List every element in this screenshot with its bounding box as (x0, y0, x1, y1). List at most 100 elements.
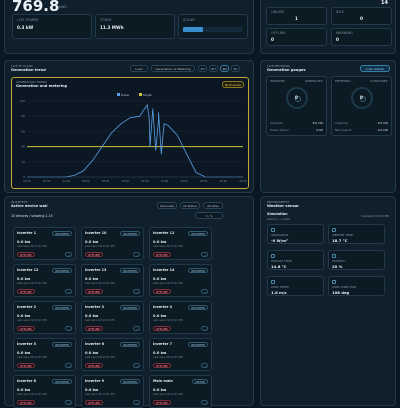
summary-card: 769.8 kWh Live power 0.3 kW Today 11.3 M… (4, 0, 254, 54)
solar-bar-fill (183, 27, 203, 32)
device-type-badge: INVERTER (52, 268, 72, 273)
multi-series-badge: Multi-series (221, 81, 244, 88)
device-status-badge: OFFLINE (85, 326, 103, 331)
device-menu-icon[interactable]: ⋯ (201, 289, 208, 294)
device-menu-icon[interactable]: ⋯ (133, 289, 140, 294)
range-1d[interactable]: 1D (220, 65, 229, 72)
device-power: 0.0 kw (17, 314, 31, 318)
x-tick-label: 12:00 (141, 179, 149, 183)
device-name: Inverter 3 (85, 305, 104, 309)
device-card[interactable]: Inverter 5 INVERTER 0.0 kw Last seen 00:13:… (13, 338, 76, 371)
metering-gauge-card: Metering Consumed 0 Capacity 0.0 kW Net … (331, 76, 392, 136)
status-total: 14 (381, 0, 388, 6)
device-card[interactable]: Inverter 3 INVERTER 0.0 kw Last seen 00:13:… (81, 301, 144, 334)
device-name: Inverter 1 (17, 231, 36, 235)
device-menu-icon[interactable]: ⋯ (201, 400, 208, 405)
status-card: 14 Online 1 Idle 0 Offline 0 Warning 0 (260, 0, 396, 54)
env-metric-label: Ambient temp (332, 233, 354, 237)
device-menu-icon[interactable]: ⋯ (201, 326, 208, 331)
env-metric-label: Humidity (332, 259, 346, 263)
device-menu-icon[interactable]: ⋯ (201, 252, 208, 257)
range-6h[interactable]: 6H (209, 65, 218, 72)
device-menu-icon[interactable]: ⋯ (65, 326, 72, 331)
x-tick-label: 08:00 (102, 179, 110, 183)
device-menu-icon[interactable]: ⋯ (65, 289, 72, 294)
device-card[interactable]: Inverter 12 INVERTER 0.0 kw Last seen 00:13… (13, 264, 76, 297)
device-power: 0.0 kw (17, 240, 31, 244)
auto-refresh-button[interactable]: Auto refresh (360, 65, 390, 72)
device-menu-icon[interactable]: ⋯ (133, 252, 140, 257)
env-metric-icon (332, 254, 336, 258)
x-tick-label: 18:00 (200, 179, 208, 183)
series-select[interactable]: Generation vs Metering (151, 65, 195, 72)
env-metric-card: Wind direction 108 deg (328, 276, 385, 296)
x-tick-label: 16:00 (180, 179, 188, 183)
device-name: Main main (153, 379, 173, 383)
y-tick-label: 100 (20, 99, 26, 103)
y-tick-label: 60 (21, 129, 25, 133)
device-menu-icon[interactable]: ⋯ (65, 252, 72, 257)
device-last-seen: Last seen 00:13:02 PM (153, 245, 183, 248)
device-name: Inverter 6 (85, 342, 104, 346)
y-tick-label: 20 (21, 160, 25, 164)
chart-card: Generation trend Generation and metering… (11, 77, 249, 189)
device-power: 0.0 kw (153, 277, 167, 281)
device-status-badge: OFFLINE (153, 400, 171, 405)
device-card[interactable]: Inverter 14 INVERTER 0.0 kw Last seen 00:13… (149, 264, 212, 297)
range-7d[interactable]: 7D (231, 65, 240, 72)
env-metric-icon (271, 228, 275, 232)
device-menu-icon[interactable]: ⋯ (65, 363, 72, 368)
status-idle: Idle 0 (331, 7, 392, 25)
energy-total-value: 769.8 (12, 0, 60, 15)
generation-panel: Live by plant Generation trend Load Gene… (4, 60, 254, 193)
device-card[interactable]: Inverter 9 INVERTER 0.0 kw Last seen 00:13:… (81, 375, 144, 408)
device-power: 0.0 kw (85, 314, 99, 318)
device-type-badge: METER (192, 379, 208, 384)
env-metric-label: Wind direction (332, 285, 357, 289)
device-name: Inverter 14 (153, 268, 175, 272)
device-card[interactable]: Inverter 10 INVERTER 0.0 kw Last seen 00:13… (81, 227, 144, 260)
device-type-badge: INVERTER (188, 305, 208, 310)
device-menu-icon[interactable]: ⋯ (201, 363, 208, 368)
device-menu-icon[interactable]: ⋯ (133, 326, 140, 331)
env-metric-value: 1.8 m/s (271, 290, 287, 295)
device-card[interactable]: Inverter 11 INVERTER 0.0 kw Last seen 00:13… (149, 227, 212, 260)
device-power: 0.0 kw (85, 351, 99, 355)
device-menu-icon[interactable]: ⋯ (133, 363, 140, 368)
device-menu-icon[interactable]: ⋯ (133, 400, 140, 405)
device-name: Inverter 4 (153, 305, 172, 309)
device-status-badge: OFFLINE (17, 400, 35, 405)
energy-total-unit: kWh (59, 5, 67, 9)
device-card[interactable]: Inverter 8 INVERTER 0.0 kw Last seen 00:13:… (13, 375, 76, 408)
device-last-seen: Last seen 00:13:02 PM (17, 319, 47, 322)
device-card[interactable]: Inverter 13 INVERTER 0.0 kw Last seen 00:13… (81, 264, 144, 297)
load-button[interactable]: Load (130, 65, 148, 72)
y-tick-label: 0 (23, 175, 25, 179)
device-card[interactable]: Inverter 7 INVERTER 0.0 kw Last seen 00:13:… (149, 338, 212, 371)
env-metric-card: Module temp 14.6 °C (267, 250, 324, 270)
device-card[interactable]: Inverter 4 INVERTER 0.0 kw Last seen 00:13:… (149, 301, 212, 334)
device-card[interactable]: Inverter 6 INVERTER 0.0 kw Last seen 00:13:… (81, 338, 144, 371)
x-tick-label: 02:00 (43, 179, 51, 183)
device-type-badge: INVERTER (188, 268, 208, 273)
status-offline: Offline 0 (266, 28, 327, 46)
device-type-badge: INVERTER (120, 231, 140, 236)
env-metric-icon (271, 254, 275, 258)
device-menu-icon[interactable]: ⋯ (65, 400, 72, 405)
device-name: Inverter 8 (17, 379, 36, 383)
device-type-badge: INVERTER (120, 379, 140, 384)
x-tick-label: 00:00 (23, 179, 31, 183)
env-metric-card: Irradiance -0 W/m² (267, 224, 324, 244)
legend-label: Power (121, 93, 130, 97)
device-card[interactable]: Inverter 1 INVERTER 0.0 kw Last seen 00:13:… (13, 227, 76, 260)
status-online: Online 1 (266, 7, 327, 25)
live-power-stat: Live power 0.3 kW (12, 14, 92, 39)
device-type-badge: INVERTER (120, 342, 140, 347)
env-metric-value: 18.7 °C (332, 238, 348, 243)
device-card[interactable]: Inverter 2 INVERTER 0.0 kw Last seen 00:13:… (13, 301, 76, 334)
device-card[interactable]: Main main METER 0.0 kw Last seen 00:13:02 P… (149, 375, 212, 408)
range-1h[interactable]: 1H (198, 65, 207, 72)
device-type-badge: INVERTER (52, 379, 72, 384)
panel-title: Generation trend (11, 68, 46, 72)
device-last-seen: Last seen 00:13:02 PM (153, 356, 183, 359)
